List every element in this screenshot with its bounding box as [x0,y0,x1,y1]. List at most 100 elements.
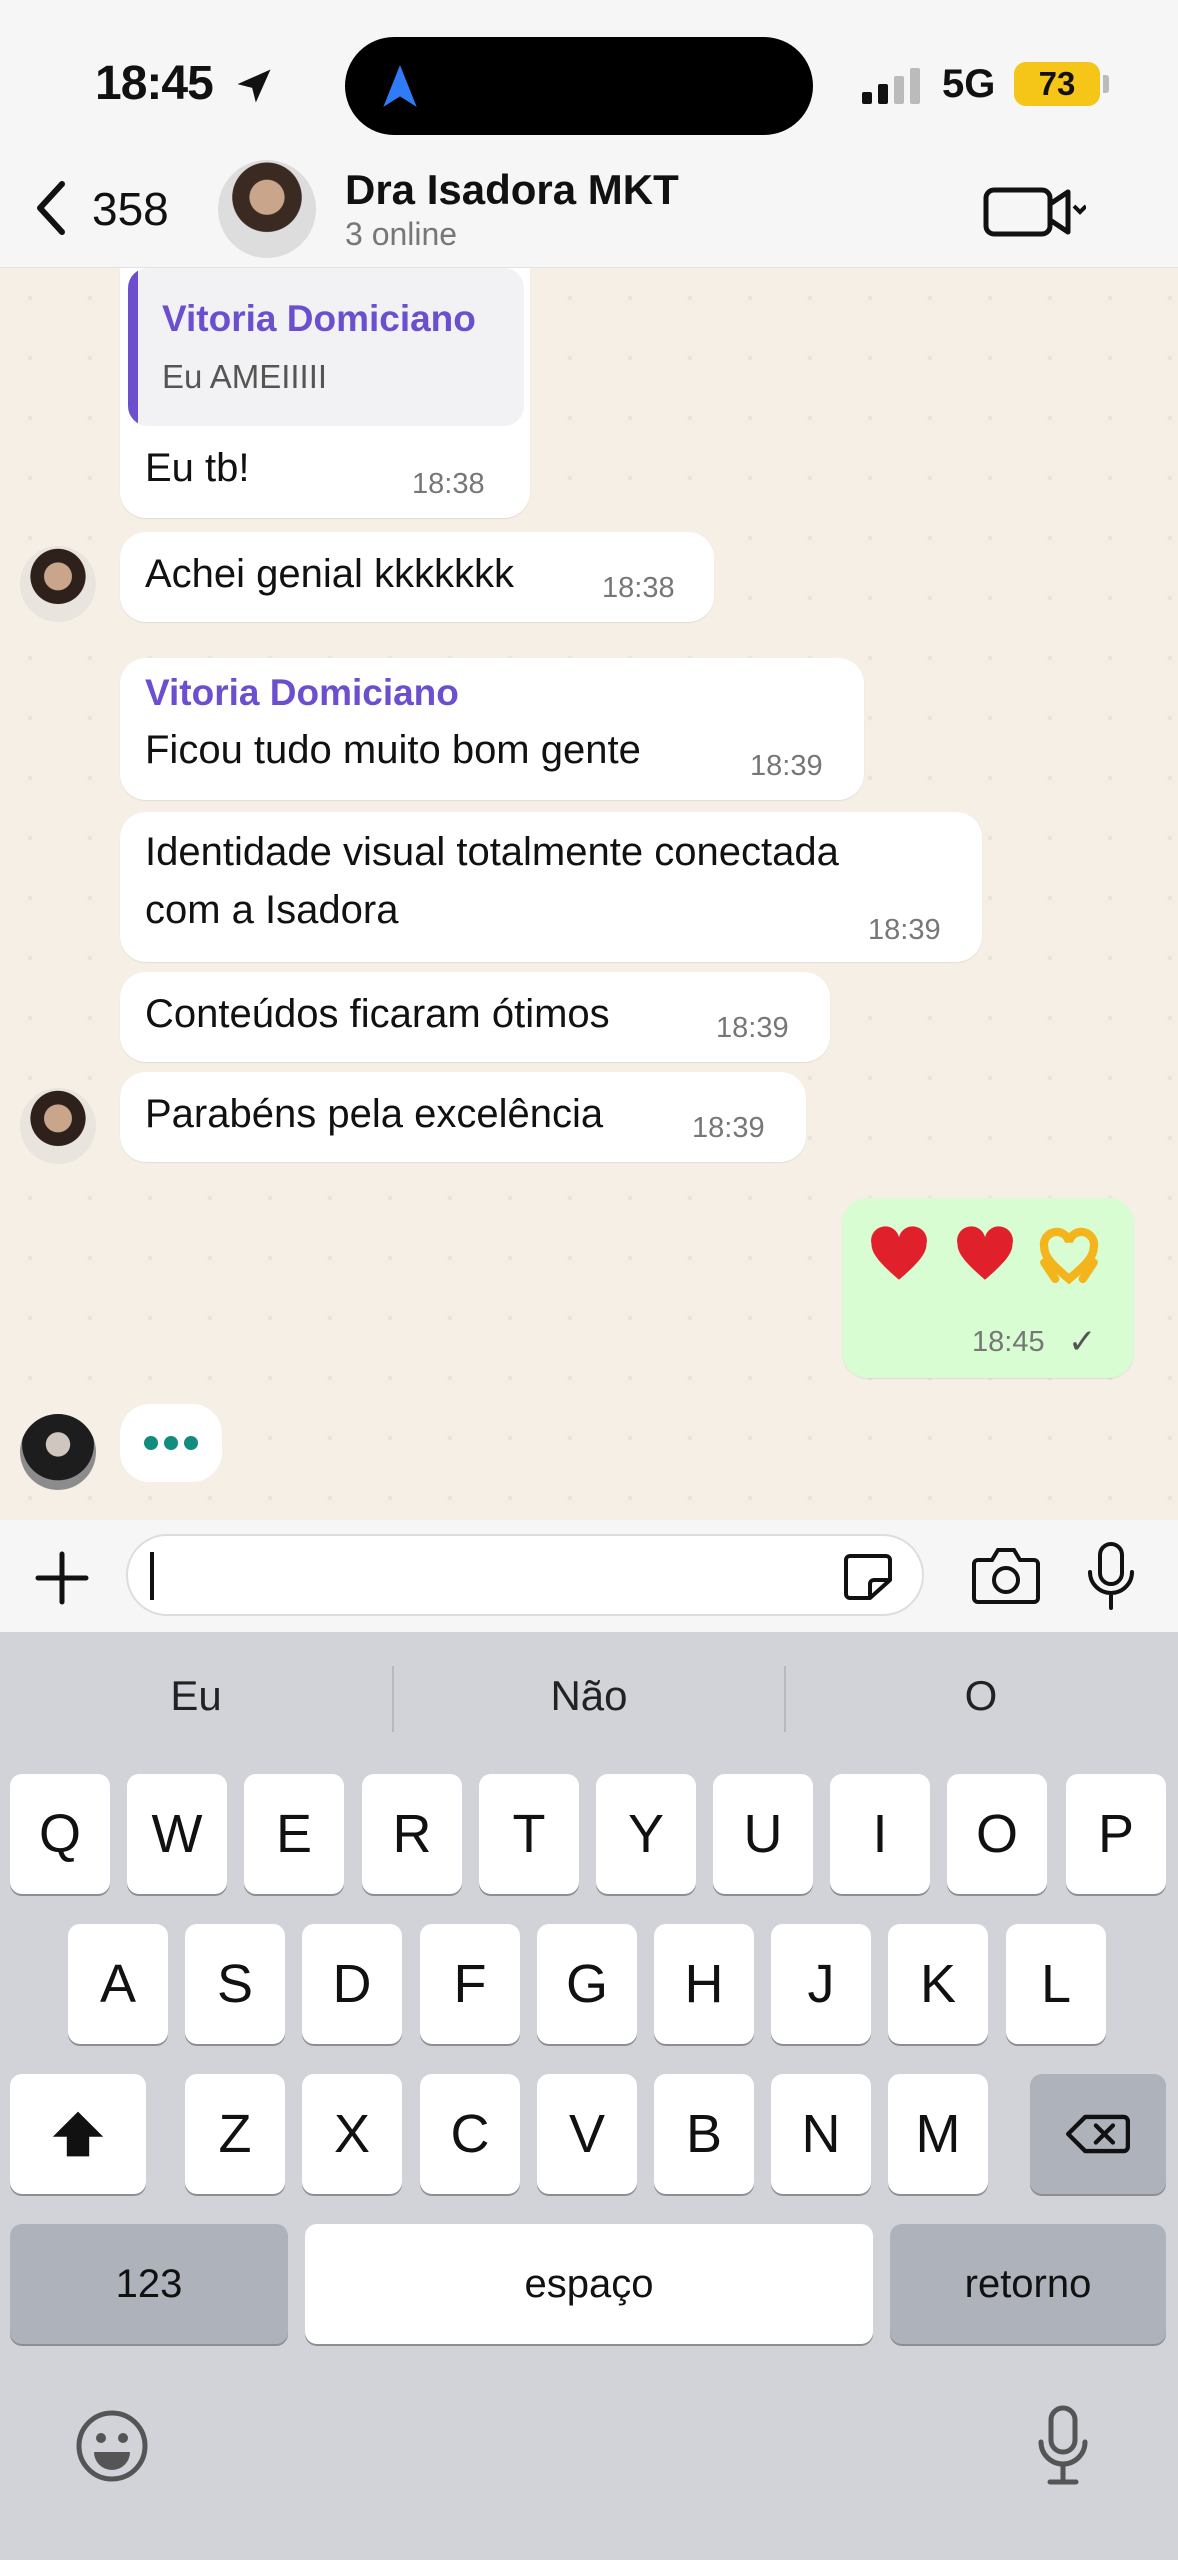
message-bubble[interactable]: Conteúdos ficaram ótimos 18:39 [120,972,830,1062]
key-b[interactable]: B [654,2074,754,2194]
key-z[interactable]: Z [185,2074,285,2194]
quote-sender: Vitoria Domiciano [162,298,476,339]
battery-indicator: 73 [1014,62,1100,106]
key-y[interactable]: Y [596,1774,696,1894]
sender-avatar[interactable] [20,546,96,622]
quote-bar [128,268,138,426]
key-s[interactable]: S [185,1924,285,2044]
message-bubble[interactable]: Vitoria Domiciano Ficou tudo muito bom g… [120,658,864,800]
key-a[interactable]: A [68,1924,168,2044]
message-time: 18:39 [868,914,941,946]
plus-icon[interactable] [32,1548,92,1608]
outgoing-message-bubble[interactable]: 18:45 ✓ [842,1198,1134,1378]
key-h[interactable]: H [654,1924,754,2044]
backspace-key[interactable] [1030,2074,1166,2194]
navigation-arrow-icon [383,65,417,107]
dictation-microphone-icon[interactable] [1036,2404,1090,2486]
location-arrow-icon [237,69,271,103]
sent-check-icon: ✓ [1068,1323,1097,1361]
message-time: 18:39 [750,750,823,782]
suggestion-3[interactable]: O [785,1672,1177,1720]
key-e[interactable]: E [244,1774,344,1894]
typing-dot [184,1436,198,1450]
space-key[interactable]: espaço [305,2224,873,2344]
text-caret [150,1552,154,1600]
key-p[interactable]: P [1066,1774,1166,1894]
message-time: 18:38 [602,572,675,604]
suggestion-1[interactable]: Eu [0,1672,392,1720]
key-o[interactable]: O [947,1774,1047,1894]
chat-header: 358 Dra Isadora MKT 3 online [0,150,1178,268]
chat-subtitle: 3 online [345,216,458,252]
emoji-keyboard-icon[interactable] [74,2408,150,2484]
red-heart-icon [871,1226,927,1280]
key-t[interactable]: T [479,1774,579,1894]
key-r[interactable]: R [362,1774,462,1894]
message-time: 18:38 [412,468,485,500]
key-j[interactable]: J [771,1924,871,2044]
message-input[interactable] [126,1534,924,1616]
backspace-icon [1066,2114,1130,2154]
message-text: Eu tb! [145,446,250,490]
key-w[interactable]: W [127,1774,227,1894]
signal-icon [862,68,920,104]
message-input-bar [0,1520,1178,1632]
keyboard: Eu Não O Q W E R T Y U I O P A S D F G H… [0,1632,1178,2560]
sticker-icon[interactable] [842,1552,894,1602]
message-bubble[interactable]: Vitoria Domiciano Eu AMEIIIII Eu tb! 18:… [120,268,530,518]
quote-text: Eu AMEIIIII [162,358,328,395]
message-text-line: Identidade visual totalmente conectada [145,830,839,874]
battery-cap [1103,75,1109,93]
message-text: Parabéns pela excelência [145,1092,604,1136]
key-d[interactable]: D [302,1924,402,2044]
shift-key[interactable] [10,2074,146,2194]
key-k[interactable]: K [888,1924,988,2044]
key-n[interactable]: N [771,2074,871,2194]
message-time: 18:45 [972,1326,1045,1358]
red-heart-icon [957,1226,1013,1280]
back-unread-count[interactable]: 358 [92,182,169,236]
return-key[interactable]: retorno [890,2224,1166,2344]
message-text: Ficou tudo muito bom gente [145,728,641,772]
message-bubble[interactable]: Achei genial kkkkkkk 18:38 [120,532,714,622]
message-time: 18:39 [692,1112,765,1144]
message-bubble[interactable]: Parabéns pela excelência 18:39 [120,1072,806,1162]
suggestion-2[interactable]: Não [393,1672,785,1720]
sender-avatar[interactable] [20,1414,96,1490]
key-l[interactable]: L [1006,1924,1106,2044]
quoted-message[interactable]: Vitoria Domiciano Eu AMEIIIII [128,268,524,426]
back-chevron-icon[interactable] [30,178,70,238]
key-v[interactable]: V [537,2074,637,2194]
chat-title[interactable]: Dra Isadora MKT [345,166,679,214]
key-u[interactable]: U [713,1774,813,1894]
message-bubble[interactable]: Identidade visual totalmente conectada c… [120,812,982,962]
key-i[interactable]: I [830,1774,930,1894]
network-type: 5G [942,62,996,106]
typing-indicator [120,1404,222,1482]
typing-dot [164,1436,178,1450]
message-text-line: com a Isadora [145,888,399,932]
shift-arrow-icon [52,2111,104,2157]
chat-area[interactable]: Vitoria Domiciano Eu AMEIIIII Eu tb! 18:… [0,268,1178,1520]
numbers-key[interactable]: 123 [10,2224,288,2344]
message-sender[interactable]: Vitoria Domiciano [145,672,459,714]
status-bar: 18:45 5G 73 [0,0,1178,160]
group-avatar[interactable] [218,160,316,258]
message-text: Conteúdos ficaram ótimos [145,992,610,1036]
heart-hands-icon [1039,1227,1099,1285]
sender-avatar[interactable] [20,1088,96,1164]
key-c[interactable]: C [420,2074,520,2194]
microphone-icon[interactable] [1086,1540,1136,1612]
key-m[interactable]: M [888,2074,988,2194]
key-f[interactable]: F [420,1924,520,2044]
status-time: 18:45 [95,57,214,110]
camera-icon[interactable] [972,1544,1040,1606]
video-call-icon[interactable] [982,180,1086,240]
message-text: Achei genial kkkkkkk [145,552,515,596]
key-x[interactable]: X [302,2074,402,2194]
key-q[interactable]: Q [10,1774,110,1894]
key-g[interactable]: G [537,1924,637,2044]
typing-dot [144,1436,158,1450]
dynamic-island [345,37,813,135]
message-time: 18:39 [716,1012,789,1044]
